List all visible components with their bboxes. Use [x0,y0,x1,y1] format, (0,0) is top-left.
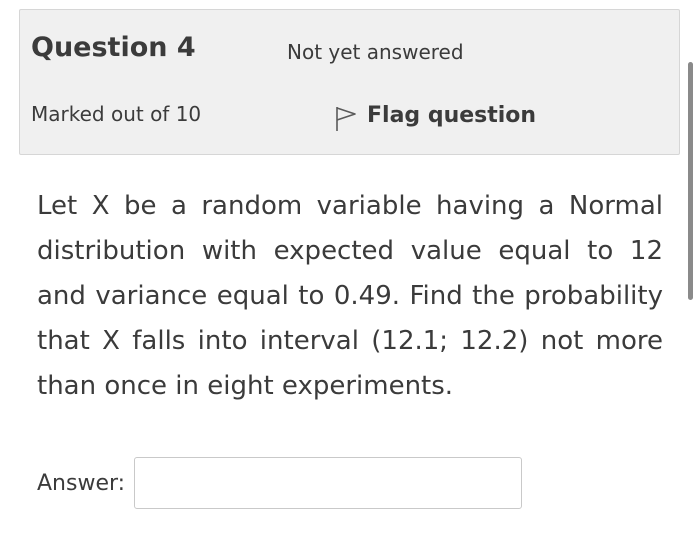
question-label: Question [31,32,168,63]
flag-question-link[interactable]: Flag question [335,98,536,132]
question-text: Let X be a random variable having a Norm… [37,191,663,401]
answer-row: Answer: [37,457,523,509]
question-info-box: Question 4 Not yet answered Marked out o… [19,9,680,155]
flag-outline-icon [335,106,357,132]
question-title: Question 4 [31,32,196,63]
question-number: 4 [176,32,196,63]
question-grade: Marked out of 10 [31,102,202,126]
flag-question-label: Flag question [367,102,537,128]
answer-input[interactable] [134,457,523,509]
answer-label: Answer: [37,470,126,496]
question-state: Not yet answered [287,40,464,64]
scrollbar[interactable] [688,62,693,300]
